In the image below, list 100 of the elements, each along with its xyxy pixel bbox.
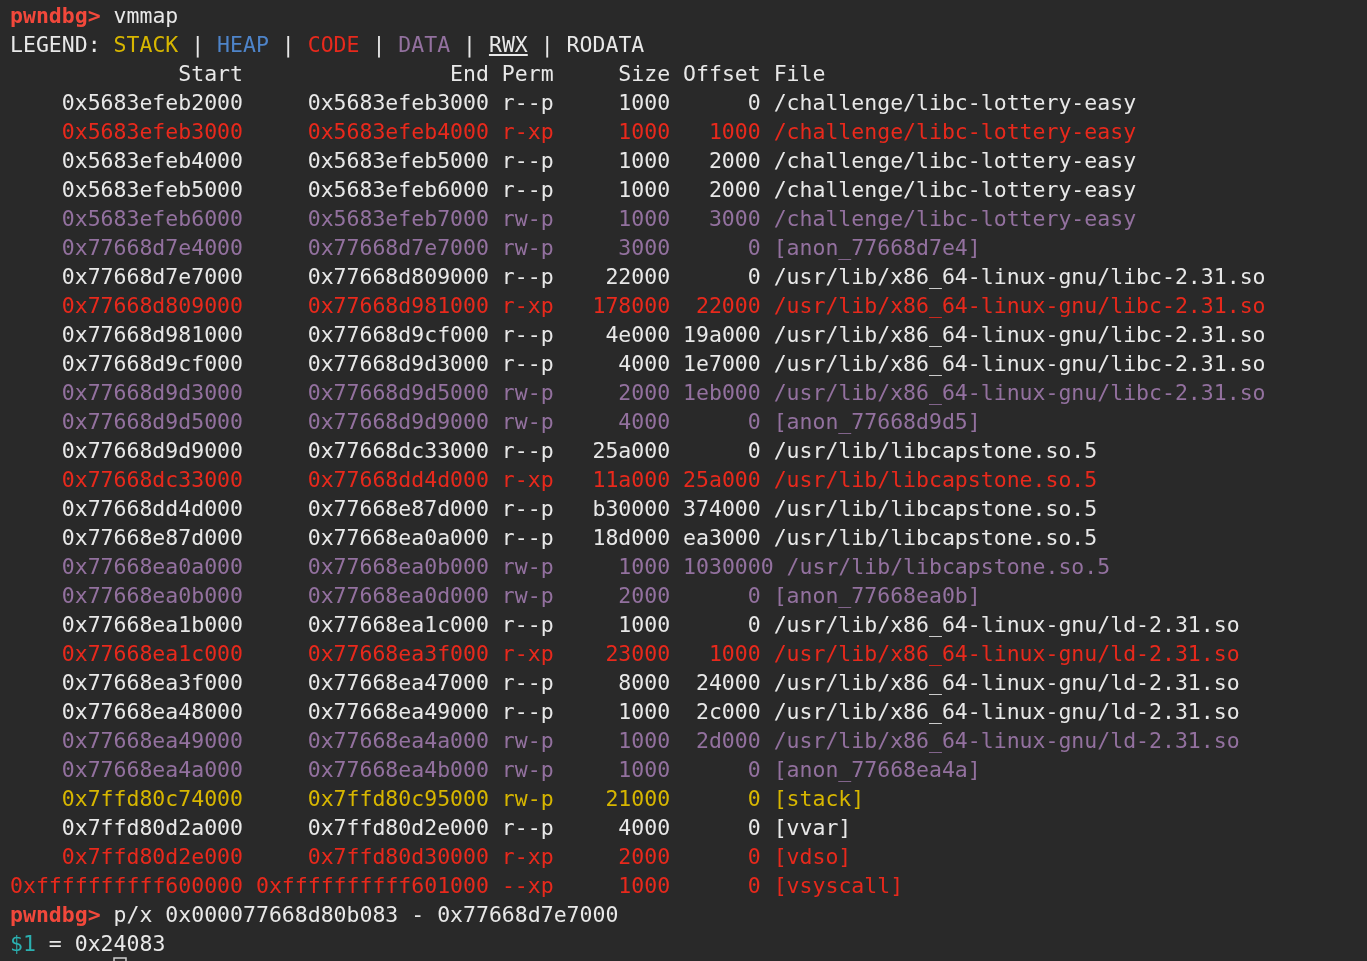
table-cell-text: /usr/lib/x86_64-linux-gnu/libc-2.31.so bbox=[773, 263, 1266, 291]
table-cell-text: 0x7ffd80d2e000 bbox=[306, 814, 489, 842]
table-cell-text: 0x77668dc33000 bbox=[60, 466, 243, 494]
table-cell-text: 2c000 bbox=[694, 698, 761, 726]
table-cell-text: rw-p bbox=[501, 408, 554, 436]
table-cell-text: 0x77668d9d5000 bbox=[60, 408, 243, 436]
table-cell-text: r-xp bbox=[501, 640, 554, 668]
separator-text: | bbox=[372, 32, 386, 57]
table-cell-text: /usr/lib/x86_64-linux-gnu/ld-2.31.so bbox=[773, 611, 1240, 639]
table-cell-text: 0x77668ea0b000 bbox=[306, 553, 489, 581]
table-cell-text: [anon_77668ea0b] bbox=[773, 582, 981, 610]
separator-text: | bbox=[191, 32, 205, 57]
table-cell-text: r--p bbox=[501, 495, 554, 523]
table-cell-text: [vdso] bbox=[773, 843, 852, 871]
table-cell-text: 0x77668ea49000 bbox=[60, 727, 243, 755]
table-cell-text: rw-p bbox=[501, 582, 554, 610]
table-cell-text: 0x77668d9cf000 bbox=[306, 321, 489, 349]
table-cell-text: 19a000 bbox=[683, 321, 761, 349]
table-cell-text: 0x77668ea1b000 bbox=[60, 611, 243, 639]
table-cell-text: 0x5683efeb7000 bbox=[306, 205, 489, 233]
table-cell-text: /challenge/libc-lottery-easy bbox=[773, 89, 1137, 117]
table-cell-text: 0x5683efeb4000 bbox=[60, 147, 243, 175]
table-cell-text: 0 bbox=[746, 872, 761, 900]
table-cell-text: r--p bbox=[501, 147, 554, 175]
table-cell-text: 1000 bbox=[617, 205, 671, 233]
table-cell-text: [anon_77668ea4a] bbox=[773, 756, 981, 784]
table-cell-text: 0 bbox=[746, 89, 761, 117]
table-cell-text: /usr/lib/libcapstone.so.5 bbox=[773, 495, 1098, 523]
table-cell-text: r-xp bbox=[501, 118, 554, 146]
table-cell-text: 0x5683efeb6000 bbox=[60, 205, 243, 233]
table-cell-text: rw-p bbox=[501, 205, 554, 233]
table-cell-text: /challenge/libc-lottery-easy bbox=[773, 118, 1137, 146]
table-cell-text: 0x7ffd80d2a000 bbox=[60, 814, 243, 842]
table-cell-text: 2000 bbox=[617, 379, 671, 407]
table-cell-text: 23000 bbox=[604, 640, 671, 668]
table-cell-text: 0x77668ea1c000 bbox=[60, 640, 243, 668]
table-cell-text: /usr/lib/libcapstone.so.5 bbox=[786, 553, 1111, 581]
legend-item: STACK bbox=[113, 32, 179, 57]
table-cell-text: 0x77668ea4b000 bbox=[306, 756, 489, 784]
table-cell-text: 0x5683efeb6000 bbox=[306, 176, 489, 204]
table-cell-text: r-xp bbox=[501, 466, 554, 494]
table-cell-text: 0x77668d981000 bbox=[306, 292, 489, 320]
table-cell-text: /usr/lib/x86_64-linux-gnu/libc-2.31.so bbox=[773, 350, 1266, 378]
table-cell-text: /usr/lib/x86_64-linux-gnu/libc-2.31.so bbox=[773, 292, 1266, 320]
table-cell-text: rw-p bbox=[501, 234, 554, 262]
table-cell-text: 4000 bbox=[617, 408, 671, 436]
table-cell-text: r--p bbox=[501, 524, 554, 552]
table-cell-text: 25a000 bbox=[591, 437, 671, 465]
table-cell-text: 0x7ffd80d2e000 bbox=[60, 843, 243, 871]
table-cell-text: 0 bbox=[746, 263, 761, 291]
table-cell-text: r--p bbox=[501, 89, 554, 117]
result-text: = 0x24083 bbox=[48, 931, 166, 956]
table-cell-text: 0x77668d9cf000 bbox=[60, 350, 243, 378]
table-cell-text: 0x77668d7e4000 bbox=[60, 234, 243, 262]
table-cell-text: 0x77668e87d000 bbox=[306, 495, 489, 523]
cursor-icon bbox=[113, 957, 127, 961]
table-cell-text: 2d000 bbox=[694, 727, 761, 755]
legend-item: CODE bbox=[307, 32, 360, 57]
table-cell-text: rw-p bbox=[501, 379, 554, 407]
table-cell-text: 0x77668dd4d000 bbox=[306, 466, 489, 494]
variable-text: $1 bbox=[10, 931, 36, 956]
table-cell-text: 0 bbox=[746, 582, 761, 610]
table-cell-text: 0x77668ea0b000 bbox=[60, 582, 243, 610]
table-cell-text: 0 bbox=[746, 611, 761, 639]
column-header: Size bbox=[617, 60, 671, 88]
column-header: Start bbox=[177, 60, 243, 88]
table-cell-text: 1000 bbox=[617, 553, 671, 581]
table-cell-text: 1000 bbox=[617, 176, 671, 204]
table-cell-text: 1000 bbox=[617, 872, 671, 900]
table-cell-text: /usr/lib/x86_64-linux-gnu/libc-2.31.so bbox=[773, 321, 1266, 349]
table-cell-text: 0xffffffffff600000 bbox=[10, 872, 243, 900]
table-cell-text: 1eb000 bbox=[683, 379, 761, 407]
table-cell-text: r--p bbox=[501, 814, 554, 842]
table-cell-text: r--p bbox=[501, 321, 554, 349]
table-cell-text: r--p bbox=[501, 698, 554, 726]
table-cell-text: 1000 bbox=[707, 118, 761, 146]
table-cell-text: /usr/lib/x86_64-linux-gnu/ld-2.31.so bbox=[773, 640, 1240, 668]
table-cell-text: 0x77668ea0a000 bbox=[306, 524, 489, 552]
legend-item: HEAP bbox=[217, 32, 269, 57]
table-cell-text: 0 bbox=[746, 843, 761, 871]
table-cell-text: 1e7000 bbox=[683, 350, 761, 378]
table-cell-text: 0x5683efeb4000 bbox=[306, 118, 489, 146]
table-cell-text: 0x77668d809000 bbox=[306, 263, 489, 291]
table-cell-text: 0x77668dd4d000 bbox=[60, 495, 243, 523]
table-cell-text: 0x7ffd80c95000 bbox=[306, 785, 489, 813]
table-cell-text: --xp bbox=[501, 872, 554, 900]
separator-text: | bbox=[463, 32, 476, 57]
table-cell-text: [stack] bbox=[773, 785, 865, 813]
table-cell-text: /usr/lib/x86_64-linux-gnu/ld-2.31.so bbox=[773, 698, 1240, 726]
table-cell-text: 11a000 bbox=[591, 466, 671, 494]
separator-text: | bbox=[540, 32, 554, 57]
table-cell-text: r-xp bbox=[501, 292, 554, 320]
table-cell-text: 1000 bbox=[617, 727, 671, 755]
legend-item: RWX bbox=[488, 32, 528, 57]
table-cell-text: rw-p bbox=[501, 727, 554, 755]
table-cell-text: 1000 bbox=[617, 756, 671, 784]
table-cell-text: 1000 bbox=[617, 89, 671, 117]
table-cell-text: 0x5683efeb2000 bbox=[60, 89, 243, 117]
table-cell-text: r--p bbox=[501, 669, 554, 697]
table-cell-text: [anon_77668d7e4] bbox=[773, 234, 981, 262]
